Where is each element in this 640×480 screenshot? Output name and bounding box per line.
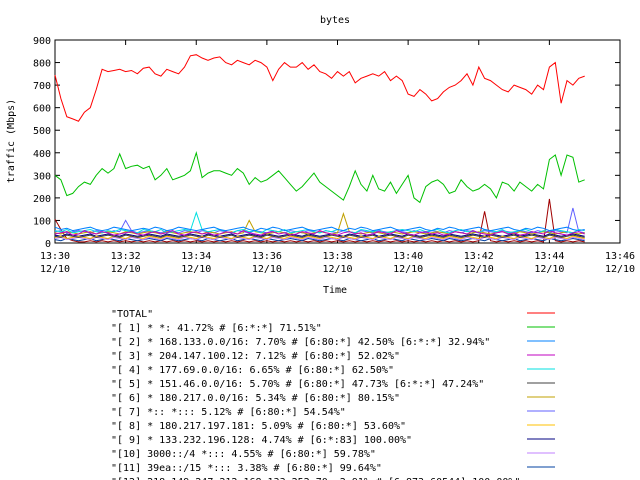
x-tick-label-time: 13:44: [534, 251, 564, 262]
x-tick-label-date: 12/10: [322, 264, 352, 275]
legend-label: "[ 4] * 177.69.0.0/16: 6.65% # [6:80:*] …: [111, 365, 394, 376]
legend: "TOTAL" "[ 1] * *: 41.72% # [6:*:*] 71.51…: [111, 309, 555, 480]
series-line: [54, 54, 585, 122]
x-tick-label-time: 13:30: [40, 251, 70, 262]
legend-label: "TOTAL": [111, 309, 153, 320]
series-line: [54, 150, 585, 204]
legend-label: "[11] 39ea::/15 *::: 3.38% # [6:80:*] 99…: [111, 463, 382, 474]
x-tick-label-time: 13:42: [464, 251, 494, 262]
y-tick-label: 100: [33, 216, 51, 227]
y-axis-label: traffic (Mbps): [6, 99, 17, 183]
legend-label: "[ 5] * 151.46.0.0/16: 5.70% # [6:80:*] …: [111, 379, 484, 390]
x-tick-label-date: 12/10: [464, 264, 494, 275]
legend-label: "[ 2] * 168.133.0.0/16: 7.70% # [6:80:*]…: [111, 337, 490, 348]
x-tick-label-date: 12/10: [111, 264, 141, 275]
x-tick-label-time: 13:38: [322, 251, 352, 262]
series-lines: [54, 54, 585, 243]
x-tick-label-time: 13:40: [393, 251, 423, 262]
x-tick-label-date: 12/10: [393, 264, 423, 275]
y-tick-label: 500: [33, 126, 51, 137]
series-line: [54, 233, 585, 237]
x-tick-label-date: 12/10: [252, 264, 282, 275]
y-tick-label: 600: [33, 104, 51, 115]
x-tick-label-time: 13:46: [605, 251, 635, 262]
legend-label: "[ 7] *:: *::: 5.12% # [6:80:*] 54.54%": [111, 407, 346, 418]
x-tick-label-time: 13:32: [111, 251, 141, 262]
legend-label: "[ 6] * 180.217.0.0/16: 5.34% # [6:80:*]…: [111, 393, 400, 404]
y-tick-label: 200: [33, 194, 51, 205]
x-axis-label: Time: [323, 285, 347, 296]
x-tick-label-date: 12/10: [534, 264, 564, 275]
y-tick-label: 300: [33, 171, 51, 182]
y-axis: 0 100 200 300 400 500 600 700 800 900: [33, 36, 620, 250]
x-tick-label-date: 12/10: [181, 264, 211, 275]
legend-label: "[ 8] * 180.217.197.181: 5.09% # [6:80:*…: [111, 421, 406, 432]
y-tick-label: 800: [33, 59, 51, 70]
x-tick-label-date: 12/10: [40, 264, 70, 275]
y-tick-label: 0: [45, 239, 51, 250]
chart-title: bytes: [320, 15, 350, 26]
traffic-chart: bytes 0 100 200 300 400 500 600 700 800 900 13:30…: [6, 15, 635, 480]
x-tick-label-date: 12/10: [605, 264, 635, 275]
x-tick-label-time: 13:36: [252, 251, 282, 262]
x-tick-label-time: 13:34: [181, 251, 211, 262]
y-tick-label: 900: [33, 36, 51, 47]
legend-label: "[ 1] * *: 41.72% # [6:*:*] 71.51%": [111, 323, 322, 334]
y-tick-label: 700: [33, 81, 51, 92]
legend-label: "[ 9] * 133.232.196.128: 4.74% # [6:*:83…: [111, 435, 412, 446]
legend-label: "[10] 3000::/4 *::: 4.55% # [6:80:*] 59.…: [111, 449, 376, 460]
legend-label: "[ 3] * 204.147.100.12: 7.12% # [6:80:*]…: [111, 351, 400, 362]
plot-frame: [54, 39, 621, 244]
y-tick-label: 400: [33, 149, 51, 160]
